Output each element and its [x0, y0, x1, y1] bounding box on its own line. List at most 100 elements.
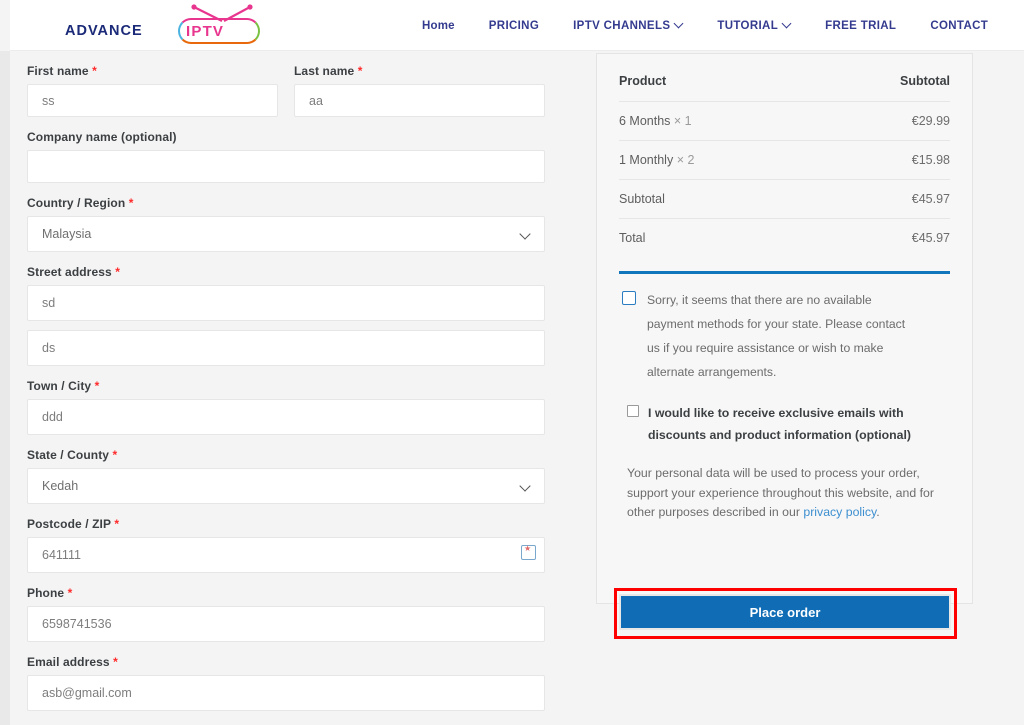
- nav-label: PRICING: [488, 19, 540, 32]
- input-street-address-2[interactable]: ds: [27, 330, 545, 366]
- nav-free-trial[interactable]: FREE TRIAL: [808, 20, 913, 32]
- label-country: Country / Region *: [27, 196, 545, 210]
- nav-pricing[interactable]: PRICING: [472, 20, 556, 32]
- product-qty: × 1: [673, 114, 692, 128]
- page-content: First name * ss Last name * aa Company n…: [0, 51, 1024, 725]
- label-text: First name: [27, 64, 89, 78]
- order-table: Product Subtotal 6 Months × 1 €29.99 1 M…: [619, 74, 950, 257]
- nav-label: CONTACT: [930, 19, 989, 32]
- select-state-county[interactable]: Kedah: [27, 468, 545, 504]
- label-text: Email address: [27, 655, 110, 669]
- field-town-city: Town / City * ddd: [27, 379, 545, 435]
- subtotal-value: €45.97: [818, 179, 950, 219]
- field-street-address: Street address * sd ds: [27, 265, 545, 366]
- marketing-optin-label: I would like to receive exclusive emails…: [648, 406, 911, 442]
- select-country[interactable]: Malaysia: [27, 216, 545, 252]
- label-text: Country / Region: [27, 196, 126, 210]
- order-table-header: Product Subtotal: [619, 74, 950, 102]
- chevron-down-icon: [783, 20, 791, 28]
- total-label: Total: [619, 218, 819, 257]
- product-name: 6 Months: [619, 114, 671, 128]
- column-subtotal: Subtotal: [818, 74, 950, 102]
- chevron-down-icon: [521, 482, 530, 491]
- product-name: 1 Monthly: [619, 153, 674, 167]
- field-country: Country / Region * Malaysia: [27, 196, 545, 252]
- input-first-name[interactable]: ss: [27, 84, 278, 117]
- nav-label: Home: [422, 19, 455, 32]
- payment-unavailable-notice: Sorry, it seems that there are no availa…: [619, 274, 950, 388]
- privacy-text-after: .: [876, 505, 880, 519]
- nav-tutorial[interactable]: TUTORIAL: [700, 20, 808, 32]
- label-last-name: Last name *: [294, 64, 545, 78]
- label-postcode: Postcode / ZIP *: [27, 517, 545, 531]
- label-first-name: First name *: [27, 64, 278, 78]
- field-postcode: Postcode / ZIP * 641111: [27, 517, 545, 573]
- subtotal-label: Subtotal: [619, 179, 819, 219]
- checkout-page: ADVANCE IPTV Home PRICING IPTV CHANNELS …: [0, 0, 1024, 725]
- place-order-wrap: Place order: [619, 594, 951, 630]
- label-text: Street address: [27, 265, 112, 279]
- privacy-notice: Your personal data will be used to proce…: [619, 446, 950, 523]
- billing-form: First name * ss Last name * aa Company n…: [27, 64, 545, 725]
- order-summary-panel: Product Subtotal 6 Months × 1 €29.99 1 M…: [596, 53, 973, 604]
- required-marker: *: [114, 517, 120, 531]
- order-item-amount: €29.99: [818, 101, 950, 141]
- input-town-city[interactable]: ddd: [27, 399, 545, 435]
- notice-text: Sorry, it seems that there are no availa…: [647, 293, 906, 379]
- marketing-optin-checkbox[interactable]: [627, 405, 639, 417]
- site-logo[interactable]: ADVANCE IPTV: [58, 4, 260, 48]
- field-company-name: Company name (optional): [27, 130, 545, 183]
- order-subtotal-row: Subtotal €45.97: [619, 179, 950, 219]
- column-product: Product: [619, 74, 819, 102]
- required-marker: *: [357, 64, 363, 78]
- order-line-item: 1 Monthly × 2 €15.98: [619, 140, 950, 180]
- label-company-name: Company name (optional): [27, 130, 177, 144]
- label-text: Postcode / ZIP: [27, 517, 111, 531]
- select-value: Malaysia: [42, 227, 92, 241]
- input-last-name[interactable]: aa: [294, 84, 545, 117]
- notice-square-icon: [622, 291, 636, 305]
- input-phone[interactable]: 6598741536: [27, 606, 545, 642]
- label-email-address: Email address *: [27, 655, 545, 669]
- label-text: Town / City: [27, 379, 92, 393]
- label-text: Phone: [27, 586, 65, 600]
- place-order-button[interactable]: Place order: [619, 594, 951, 630]
- total-value: €45.97: [818, 218, 950, 257]
- order-total-row: Total €45.97: [619, 218, 950, 257]
- required-marker: *: [112, 448, 118, 462]
- label-text: State / County: [27, 448, 110, 462]
- label-town-city: Town / City *: [27, 379, 545, 393]
- nav-label: TUTORIAL: [717, 19, 779, 32]
- password-manager-icon[interactable]: [521, 544, 536, 560]
- label-text: Last name: [294, 64, 355, 78]
- order-item-name: 1 Monthly × 2: [619, 140, 819, 180]
- chevron-down-icon: [675, 20, 683, 28]
- nav-label: IPTV CHANNELS: [573, 19, 671, 32]
- nav-iptv-channels[interactable]: IPTV CHANNELS: [556, 20, 700, 32]
- privacy-policy-link[interactable]: privacy policy: [803, 505, 876, 519]
- privacy-text-before: Your personal data will be used to proce…: [627, 466, 934, 519]
- field-last-name: Last name * aa: [294, 64, 545, 117]
- required-marker: *: [113, 655, 118, 669]
- input-company-name[interactable]: [27, 150, 545, 183]
- input-street-address-1[interactable]: sd: [27, 285, 545, 321]
- required-marker: *: [128, 196, 134, 210]
- nav-contact[interactable]: CONTACT: [913, 20, 1005, 32]
- order-line-item: 6 Months × 1 €29.99: [619, 101, 950, 141]
- field-first-name: First name * ss: [27, 64, 278, 117]
- nav-home[interactable]: Home: [405, 20, 472, 32]
- select-value: Kedah: [42, 479, 79, 493]
- product-qty: × 2: [676, 153, 695, 167]
- nav-label: FREE TRIAL: [825, 19, 897, 32]
- order-item-name: 6 Months × 1: [619, 101, 819, 141]
- input-email-address[interactable]: asb@gmail.com: [27, 675, 545, 711]
- field-state-county: State / County * Kedah: [27, 448, 545, 504]
- main-navigation: Home PRICING IPTV CHANNELS TUTORIAL FREE…: [405, 0, 1005, 51]
- site-header: ADVANCE IPTV Home PRICING IPTV CHANNELS …: [10, 0, 1024, 51]
- page-left-gutter: [0, 51, 10, 725]
- marketing-optin-row[interactable]: I would like to receive exclusive emails…: [619, 388, 950, 446]
- input-postcode[interactable]: 641111: [27, 537, 545, 573]
- field-phone: Phone * 6598741536: [27, 586, 545, 642]
- label-phone: Phone *: [27, 586, 545, 600]
- logo-text-iptv: IPTV: [186, 23, 225, 40]
